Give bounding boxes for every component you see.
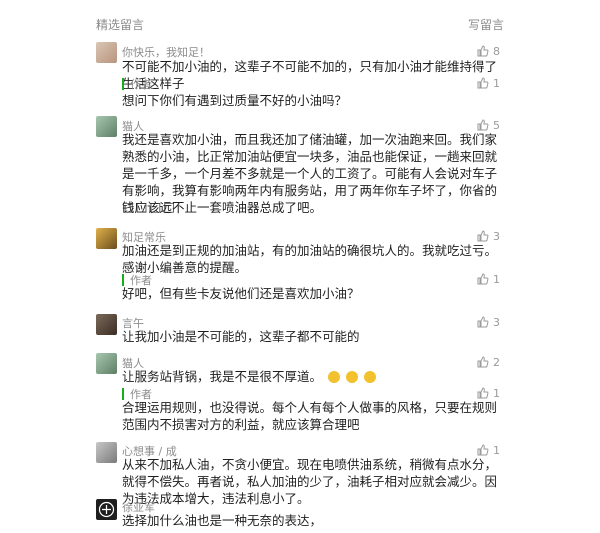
laugh-emoji-icon [328, 371, 340, 383]
featured-comments-title: 精选留言 [96, 18, 145, 32]
like-button[interactable]: 5 [477, 118, 500, 132]
like-count: 1 [493, 443, 500, 457]
like-button[interactable]: 8 [477, 44, 500, 58]
reply-like-button[interactable]: 1 [477, 386, 500, 400]
comments-header: 精选留言 写留言 [0, 0, 600, 40]
like-count: 1 [493, 76, 500, 90]
laugh-emoji-icon [363, 371, 376, 383]
avatar[interactable] [96, 442, 117, 463]
thumb-up-icon [477, 387, 489, 399]
comment-text: 加油还是到正规的加油站，有的加油站的确很坑人的。我就吃过亏。感谢小编善意的提醒。 [122, 243, 498, 275]
thumb-up-icon [477, 273, 489, 285]
laugh-emoji-icon [345, 371, 358, 383]
like-count: 3 [493, 229, 500, 243]
author-reply-text: 合理运用规则，也没得说。每个人有每个人做事的风格，只要在规则范围内不损害对方的利… [122, 400, 498, 432]
reply-like-button[interactable]: 1 [477, 272, 500, 286]
reply-like-button[interactable]: 1 [477, 76, 500, 90]
avatar[interactable] [96, 116, 117, 137]
like-button[interactable]: 1 [477, 443, 500, 457]
author-reply-text: 好吧，但有些卡友说他们还是喜欢加小油？ [122, 286, 360, 301]
like-count: 8 [493, 44, 500, 58]
author-reply-text: 想问下你们有遇到过质量不好的小油吗？ [122, 93, 348, 108]
like-count: 1 [493, 386, 500, 400]
like-button[interactable]: 3 [477, 315, 500, 329]
reply-bar [122, 78, 124, 90]
comment-text: 让我加小油是不可能的，这辈子都不可能的 [122, 329, 360, 344]
thumb-up-icon [477, 119, 489, 131]
avatar[interactable] [96, 314, 117, 335]
thumb-up-icon [477, 45, 489, 57]
thumb-up-icon [477, 230, 489, 242]
comment-extra-text: □□□□ [122, 199, 178, 214]
comment-text: 不可能不加小油的，这辈子不可能不加的，只有加小油才能维持得了生活这样子 [122, 59, 498, 91]
like-count: 2 [493, 355, 500, 369]
like-button[interactable]: 2 [477, 355, 500, 369]
like-button[interactable]: 3 [477, 229, 500, 243]
avatar-emblem-icon [98, 501, 115, 518]
avatar[interactable] [96, 353, 117, 374]
author-reply-label: 作者 [122, 76, 152, 92]
avatar[interactable] [96, 228, 117, 249]
avatar[interactable] [96, 499, 117, 520]
comment-text: 选择加什么油也是一种无奈的表达， [122, 513, 323, 528]
thumb-up-icon [477, 77, 489, 89]
like-count: 3 [493, 315, 500, 329]
like-count: 5 [493, 118, 500, 132]
write-comment-link[interactable]: 写留言 [468, 16, 504, 33]
comment-text: 从来不加私人油，不贪小便宜。现在电喷供油系统，稍微有点水分，就得不偿失。再者说，… [122, 457, 498, 506]
thumb-up-icon [477, 356, 489, 368]
like-count: 1 [493, 272, 500, 286]
thumb-up-icon [477, 316, 489, 328]
thumb-up-icon [477, 444, 489, 456]
comment-text: 让服务站背锅，我是不是很不厚道。 [122, 368, 502, 385]
avatar[interactable] [96, 42, 117, 63]
